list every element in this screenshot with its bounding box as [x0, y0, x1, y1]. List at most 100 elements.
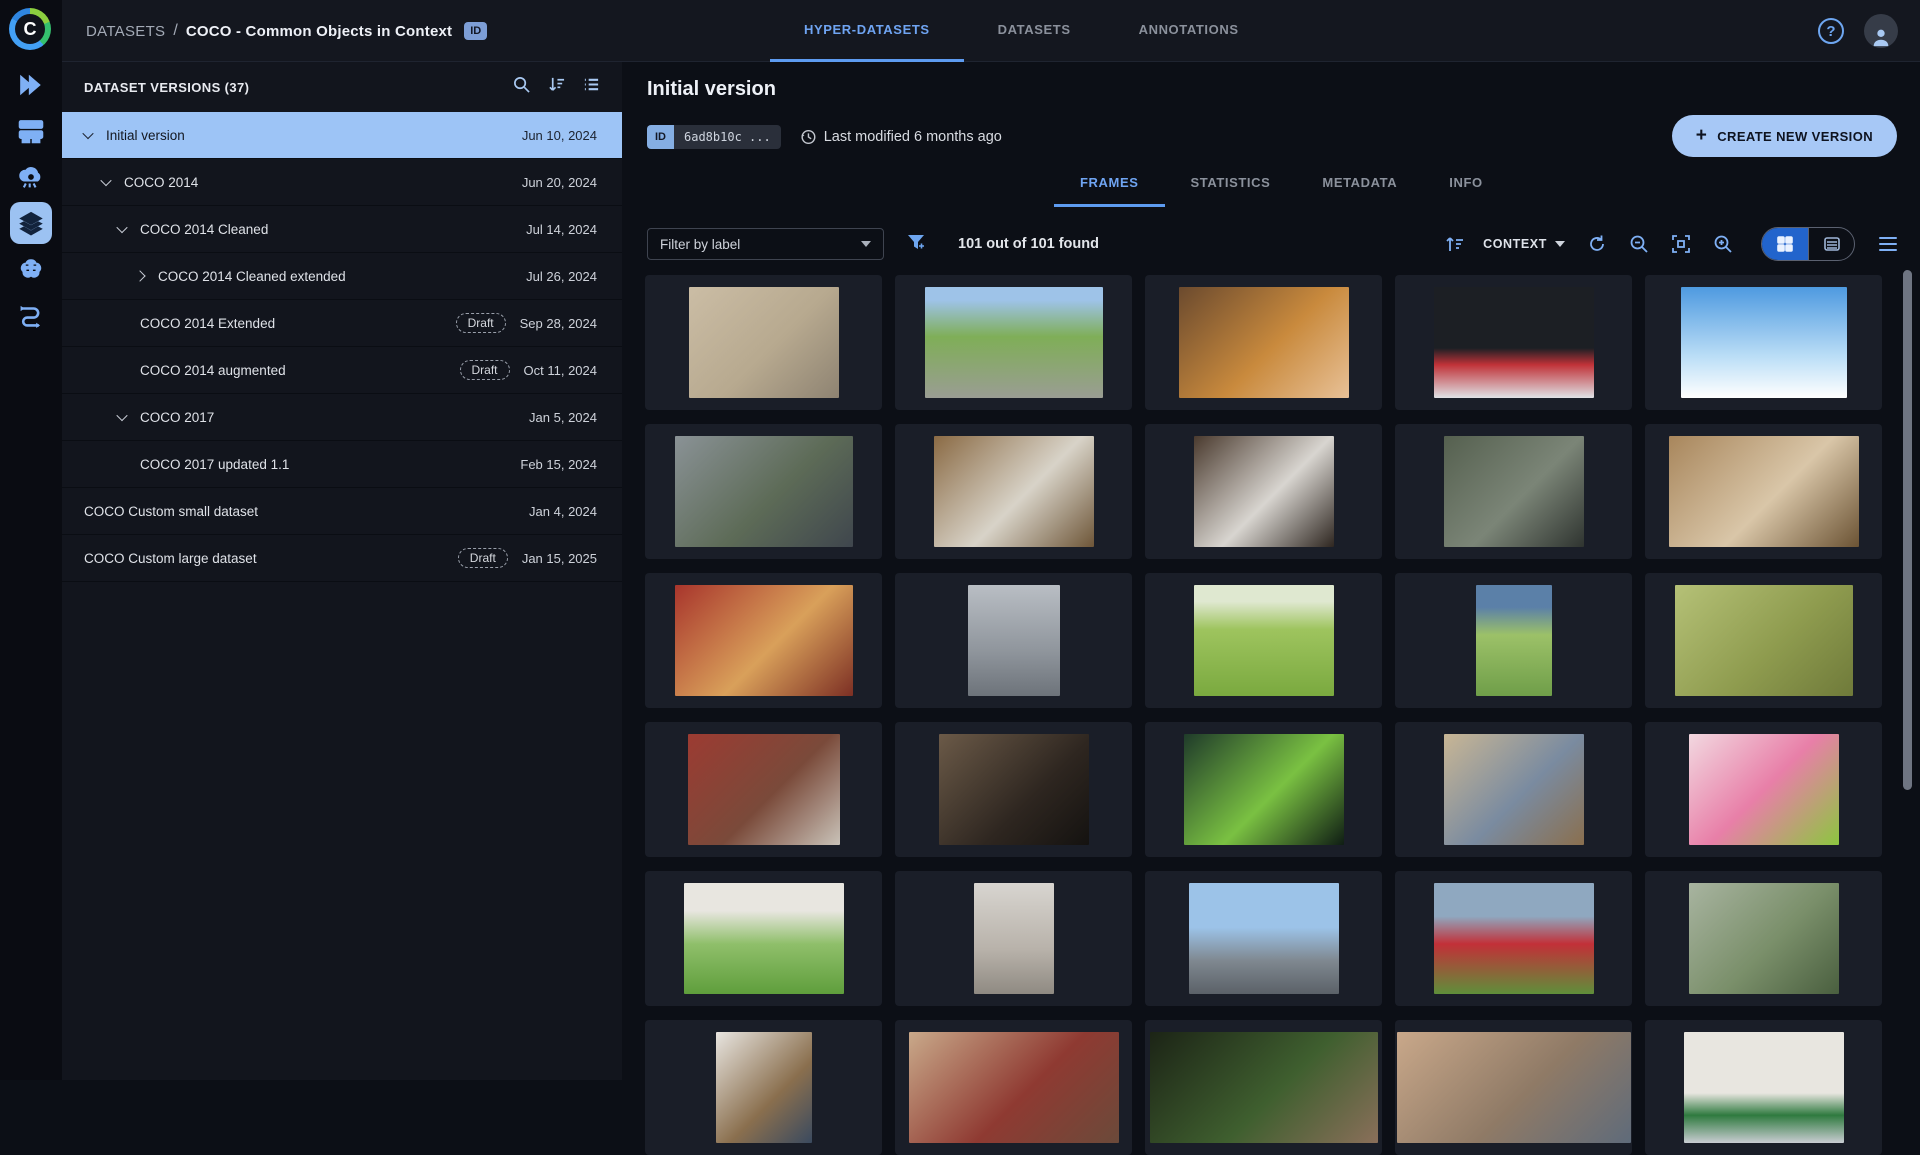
frame-thumbnail-tennis-far-court[interactable] [1395, 573, 1632, 708]
frame-thumbnail-desk-computer[interactable] [1645, 424, 1882, 559]
sort-descending-icon[interactable] [548, 76, 565, 98]
filter-by-label-select[interactable]: Filter by label [647, 228, 884, 260]
tab-datasets[interactable]: DATASETS [964, 0, 1105, 62]
frame-thumbnail-baseball-runner[interactable] [645, 871, 882, 1006]
fit-to-screen-icon[interactable] [1671, 234, 1691, 254]
table-view-button[interactable] [1808, 228, 1854, 260]
frame-thumbnail-cat-window-blinds[interactable] [645, 1020, 882, 1155]
frame-thumbnail-two-men-jackets[interactable] [1395, 424, 1632, 559]
version-row-coco-2017-updated-1-1[interactable]: COCO 2017 updated 1.1 Feb 15, 2024 [62, 441, 622, 488]
frame-thumbnail-red-airplane[interactable] [1395, 871, 1632, 1006]
version-row-coco-2014-cleaned-extended[interactable]: COCO 2014 Cleaned extended Jul 26, 2024 [62, 253, 622, 300]
list-view-icon[interactable] [583, 76, 600, 98]
tab-info[interactable]: INFO [1423, 165, 1508, 207]
dataset-id-badge[interactable]: ID [464, 22, 488, 40]
frame-thumbnail-motorcycle-race-tv[interactable] [1395, 275, 1632, 410]
frame-thumbnail-drummer[interactable] [1145, 1020, 1382, 1155]
zoom-in-icon[interactable] [1713, 234, 1733, 254]
version-name: COCO Custom large dataset [84, 550, 257, 566]
frames-toolbar: Filter by label 101 out of 101 found CON… [647, 224, 1897, 264]
version-name: COCO 2014 augmented [140, 362, 286, 378]
frame-thumbnail-figurines[interactable] [895, 1020, 1132, 1155]
chevron-down-icon[interactable] [116, 409, 128, 422]
scrollbar-thumb[interactable] [1903, 270, 1912, 790]
double-play-icon [20, 74, 41, 96]
thumbnail-image [1193, 585, 1334, 696]
last-modified-text: Last modified 6 months ago [823, 129, 1002, 145]
vertical-scrollbar[interactable] [1903, 270, 1912, 1080]
user-avatar[interactable] [1864, 14, 1898, 48]
version-id-badge[interactable]: ID 6ad8b10c ... [647, 125, 781, 149]
frame-thumbnail-cat-on-toilet[interactable] [1145, 424, 1382, 559]
tab-statistics[interactable]: STATISTICS [1165, 165, 1297, 207]
frame-thumbnail-clock-sculpture[interactable] [895, 573, 1132, 708]
tab-metadata[interactable]: METADATA [1296, 165, 1423, 207]
tab-frames[interactable]: FRAMES [1054, 165, 1165, 207]
rail-item-getting-started[interactable] [0, 62, 62, 108]
frame-thumbnail-man-on-dock[interactable] [1395, 722, 1632, 857]
breadcrumb: DATASETS / COCO - Common Objects in Cont… [86, 0, 488, 62]
left-rail: C [0, 0, 62, 1080]
frame-thumbnail-child-hallway[interactable] [895, 871, 1132, 1006]
chevron-down-icon[interactable] [100, 174, 112, 187]
version-row-initial-version[interactable]: Initial version Jun 10, 2024 [62, 112, 622, 159]
thumbnail-image [1433, 883, 1594, 994]
refresh-icon[interactable] [1587, 234, 1607, 254]
rail-item-hyper-datasets[interactable] [0, 200, 62, 246]
thumbnail-image [1683, 1032, 1844, 1143]
chevron-right-icon[interactable] [134, 270, 146, 282]
frame-thumbnail-tennis-green-shirt[interactable] [1145, 722, 1382, 857]
search-icon[interactable] [513, 76, 530, 98]
context-dropdown[interactable]: CONTEXT [1483, 237, 1565, 251]
sort-ascending-icon[interactable] [1445, 234, 1465, 254]
frame-thumbnail-street-cars-collage[interactable] [645, 424, 882, 559]
chevron-down-icon[interactable] [116, 221, 128, 234]
version-date: Jan 5, 2024 [529, 409, 597, 425]
version-row-coco-2014-extended[interactable]: COCO 2014 Extended Draft Sep 28, 2024 [62, 300, 622, 347]
frame-thumbnail-red-wall-room[interactable] [645, 722, 882, 857]
thumbnail-image [1178, 287, 1349, 398]
rail-item-pipelines[interactable] [0, 292, 62, 338]
help-icon[interactable]: ? [1818, 18, 1844, 44]
frame-thumbnail-street-sign[interactable] [1645, 1020, 1882, 1155]
version-date: Jun 20, 2024 [521, 174, 597, 190]
frame-thumbnail-noodle-soup[interactable] [1145, 275, 1382, 410]
thumbnail-image [674, 585, 853, 696]
frame-thumbnail-shepherd-sheep[interactable] [895, 275, 1132, 410]
rail-item-applications[interactable] [0, 154, 62, 200]
frame-thumbnail-ski-jump[interactable] [1645, 275, 1882, 410]
versions-panel-title: DATASET VERSIONS (37) [84, 79, 250, 95]
frame-thumbnail-puppy-on-bed[interactable] [645, 275, 882, 410]
frame-thumbnail-dining-room-fridge[interactable] [895, 424, 1132, 559]
frame-thumbnail-tabby-cat-closeup[interactable] [895, 722, 1132, 857]
rail-item-workers-queues[interactable] [0, 108, 62, 154]
frame-thumbnail-wakeboarder[interactable] [1645, 573, 1882, 708]
zoom-out-icon[interactable] [1629, 234, 1649, 254]
breadcrumb-datasets-link[interactable]: DATASETS [86, 23, 165, 40]
version-row-coco-custom-small-dataset[interactable]: COCO Custom small dataset Jan 4, 2024 [62, 488, 622, 535]
frame-thumbnail-city-bus[interactable] [1145, 871, 1382, 1006]
tab-annotations[interactable]: ANNOTATIONS [1105, 0, 1273, 62]
tab-hyper-datasets[interactable]: HYPER-DATASETS [770, 0, 964, 62]
version-row-coco-2014-cleaned[interactable]: COCO 2014 Cleaned Jul 14, 2024 [62, 206, 622, 253]
version-date: Jan 15, 2025 [521, 550, 597, 566]
version-row-coco-2014-augmented[interactable]: COCO 2014 augmented Draft Oct 11, 2024 [62, 347, 622, 394]
frame-thumbnail-tennis-serve[interactable] [1145, 573, 1382, 708]
thumbnail-image [1188, 883, 1339, 994]
frame-thumbnail-canyon-rocks[interactable] [1395, 1020, 1632, 1155]
version-row-coco-2014[interactable]: COCO 2014 Jun 20, 2024 [62, 159, 622, 206]
filter-funnel-icon[interactable] [906, 232, 926, 257]
chevron-down-icon[interactable] [82, 127, 94, 140]
clearml-logo[interactable]: C [9, 8, 51, 50]
top-navigation-tabs: HYPER-DATASETS DATASETS ANNOTATIONS [770, 0, 1273, 62]
menu-icon[interactable] [1879, 236, 1897, 252]
frame-thumbnail-watermelon-donut[interactable] [1645, 722, 1882, 857]
rail-item-models[interactable] [0, 246, 62, 292]
grid-view-button[interactable] [1762, 228, 1808, 260]
frame-thumbnail-train-valley[interactable] [1645, 871, 1882, 1006]
version-row-coco-2017[interactable]: COCO 2017 Jan 5, 2024 [62, 394, 622, 441]
version-row-coco-custom-large-dataset[interactable]: COCO Custom large dataset Draft Jan 15, … [62, 535, 622, 582]
frame-thumbnail-deep-dish-pizza[interactable] [645, 573, 882, 708]
version-name: COCO 2014 Cleaned extended [158, 268, 346, 284]
create-new-version-button[interactable]: + CREATE NEW VERSION [1671, 115, 1897, 157]
